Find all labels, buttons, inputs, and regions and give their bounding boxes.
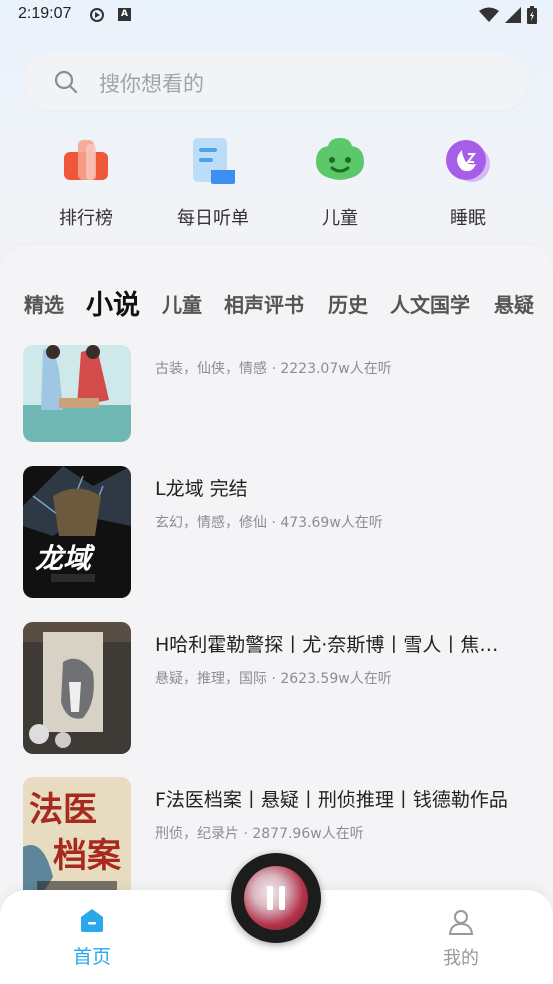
book-meta: 玄幻，情感，修仙 · 473.69w人在听 <box>155 515 383 531</box>
nav-mine[interactable]: 我的 <box>431 908 491 970</box>
book-meta: 古装，仙侠，情感 · 2223.07w人在听 <box>155 361 392 377</box>
book-title: F法医档案丨悬疑丨刑侦推理丨钱德勒作品 <box>155 789 508 811</box>
book-cover: 龙域 <box>23 466 131 598</box>
mini-player[interactable] <box>231 853 321 943</box>
battery-icon <box>527 6 537 24</box>
svg-text:档案: 档案 <box>53 836 122 876</box>
wifi-icon <box>479 7 499 22</box>
list-item[interactable]: H哈利霍勒警探丨尤·奈斯博丨雪人丨焦渴丨知更鸟丨猎豹 悬疑，推理，国际 · 26… <box>0 622 553 762</box>
quick-label: 排行榜 <box>59 208 113 229</box>
signal-icon <box>505 7 521 23</box>
search-bar[interactable]: 搜你想看的 <box>24 53 529 110</box>
search-icon <box>54 70 78 94</box>
quick-item-daily-list[interactable]: 每日听单 <box>163 128 263 230</box>
daily-list-icon <box>183 132 243 192</box>
app-screen: 2:19:07 A 搜你想看的 排行榜 每日听单 儿童 睡眠 精选 小说 儿童 … <box>0 0 553 984</box>
nav-mine-label: 我的 <box>443 948 479 969</box>
book-cover <box>23 622 131 754</box>
media-playing-icon <box>90 8 104 22</box>
home-icon <box>81 909 103 932</box>
book-cover <box>23 345 131 442</box>
sleep-icon <box>438 132 498 192</box>
quick-item-ranking[interactable]: 排行榜 <box>36 128 136 230</box>
book-meta: 刑侦，纪录片 · 2877.96w人在听 <box>155 826 364 842</box>
quick-item-kids[interactable]: 儿童 <box>290 128 390 230</box>
search-placeholder: 搜你想看的 <box>99 72 204 96</box>
quick-categories: 排行榜 每日听单 儿童 睡眠 <box>0 128 553 238</box>
book-title: L龙域 完结 <box>155 478 248 500</box>
book-title: H哈利霍勒警探丨尤·奈斯博丨雪人丨焦渴丨知更鸟丨猎豹 <box>155 634 515 656</box>
quick-item-sleep[interactable]: 睡眠 <box>418 128 518 230</box>
quick-label: 儿童 <box>322 208 358 229</box>
quick-label: 睡眠 <box>450 208 486 229</box>
status-bar: 2:19:07 A <box>0 0 553 32</box>
svg-text:法医: 法医 <box>29 790 97 830</box>
status-time: 2:19:07 <box>18 5 72 22</box>
list-item[interactable]: 古装，仙侠，情感 · 2223.07w人在听 <box>0 310 553 450</box>
nav-home[interactable]: 首页 <box>62 906 122 969</box>
status-right-icons <box>479 6 537 24</box>
quick-label: 每日听单 <box>177 208 249 229</box>
kids-icon <box>310 132 370 192</box>
ranking-icon <box>56 132 116 192</box>
list-item[interactable]: 龙域 L龙域 完结 玄幻，情感，修仙 · 473.69w人在听 <box>0 466 553 606</box>
user-icon <box>448 910 474 935</box>
nav-home-label: 首页 <box>72 946 111 968</box>
book-meta: 悬疑，推理，国际 · 2623.59w人在听 <box>155 671 392 687</box>
pause-icon[interactable] <box>266 886 286 910</box>
notification-a-icon: A <box>118 8 131 21</box>
svg-text:龙域: 龙域 <box>35 542 96 575</box>
